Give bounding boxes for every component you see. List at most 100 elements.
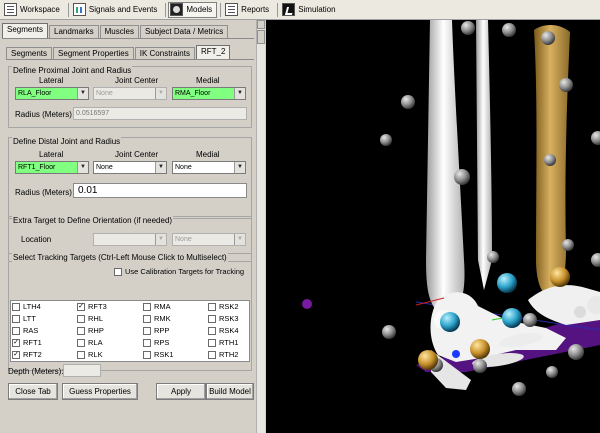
tracking-targets-title: Select Tracking Targets (Ctrl-Left Mouse… xyxy=(12,253,228,262)
toolbar-reports-button[interactable]: Reports xyxy=(223,2,274,18)
toolbar-signals-button[interactable]: Signals and Events xyxy=(71,2,163,18)
tracking-target-checkbox[interactable]: RHP xyxy=(77,326,104,335)
distal-medial-label: Medial xyxy=(196,150,220,159)
tracking-target-checkbox[interactable]: RPS xyxy=(143,338,169,347)
chevron-down-icon: ▼ xyxy=(77,162,88,173)
unchecked-icon xyxy=(77,350,85,359)
tracking-target-checkbox[interactable]: ✓ RFT2 xyxy=(12,350,42,359)
distal-medial-select[interactable]: None ▼ xyxy=(172,161,246,174)
tracking-target-checkbox[interactable]: RTH2 xyxy=(208,350,238,359)
tracking-target-checkbox[interactable]: RPP xyxy=(143,326,169,335)
tracking-target-checkbox[interactable]: RLK xyxy=(77,350,103,359)
tracking-target-checkbox[interactable]: RTH1 xyxy=(208,338,238,347)
tracking-target-checkbox[interactable]: RAS xyxy=(12,326,38,335)
skeleton-render xyxy=(302,20,600,396)
main-tab-strip: Segments Landmarks Muscles Subject Data … xyxy=(2,23,229,38)
distal-center-select[interactable]: None ▼ xyxy=(93,161,167,174)
unchecked-icon xyxy=(143,350,151,359)
proximal-radius-label: Radius (Meters) xyxy=(15,110,72,119)
tab-segments[interactable]: Segments xyxy=(2,23,49,38)
toolbar-workspace-button[interactable]: Workspace xyxy=(2,2,65,18)
unchecked-icon xyxy=(143,338,151,347)
reports-icon xyxy=(225,3,239,16)
scroll-thumb[interactable] xyxy=(257,30,265,44)
unchecked-icon xyxy=(208,326,216,335)
guess-properties-button[interactable]: Guess Properties xyxy=(62,383,138,400)
location-axis-select: None ▼ xyxy=(172,233,246,246)
tracking-target-checkbox[interactable]: ✓ RFT3 xyxy=(77,302,107,311)
chevron-down-icon: ▼ xyxy=(234,88,245,99)
apply-button[interactable]: Apply xyxy=(156,383,206,400)
unchecked-icon xyxy=(77,326,85,335)
close-tab-button[interactable]: Close Tab xyxy=(8,383,58,400)
sub-tab-strip: Segments Segment Properties IK Constrain… xyxy=(6,45,231,60)
tracking-target-checkbox[interactable]: LTT xyxy=(12,314,36,323)
scroll-up-icon[interactable] xyxy=(257,20,265,29)
checked-icon: ✓ xyxy=(77,302,85,311)
unchecked-icon xyxy=(143,302,151,311)
tracking-target-checkbox[interactable]: RSK1 xyxy=(143,350,174,359)
distal-group-title: Define Distal Joint and Radius xyxy=(12,137,122,146)
tracking-target-checkbox[interactable]: RHL xyxy=(77,314,103,323)
build-model-button[interactable]: Build Model xyxy=(206,383,254,400)
checked-icon: ✓ xyxy=(12,338,20,347)
depth-label: Depth (Meters): xyxy=(8,367,64,376)
unchecked-icon xyxy=(208,302,216,311)
unchecked-icon xyxy=(77,338,85,347)
chevron-down-icon: ▼ xyxy=(77,88,88,99)
proximal-lateral-label: Lateral xyxy=(39,76,64,85)
proximal-radius-field: 0.0516597 xyxy=(73,107,247,120)
tracking-target-checkbox[interactable]: RSK4 xyxy=(208,326,239,335)
unchecked-icon xyxy=(208,314,216,323)
checked-icon: ✓ xyxy=(12,350,20,359)
tracking-target-checkbox[interactable]: RMA xyxy=(143,302,171,311)
proximal-center-select: None ▼ xyxy=(93,87,167,100)
unchecked-icon xyxy=(77,314,85,323)
tab-muscles[interactable]: Muscles xyxy=(99,25,139,38)
toolbar-models-button[interactable]: Models xyxy=(168,1,218,18)
depth-field xyxy=(63,364,101,377)
distal-joint-group: Define Distal Joint and Radius Lateral J… xyxy=(8,137,252,219)
unchecked-icon xyxy=(12,326,20,335)
toolbar-separator xyxy=(277,2,279,17)
chevron-down-icon: ▼ xyxy=(155,234,166,245)
tracking-target-checkbox[interactable]: RSK3 xyxy=(208,314,239,323)
proximal-lateral-select[interactable]: RLA_Floor ▼ xyxy=(15,87,89,100)
tracking-target-checkbox[interactable]: LTH4 xyxy=(12,302,41,311)
panel-scrollbar[interactable] xyxy=(256,20,265,433)
unchecked-icon xyxy=(143,314,151,323)
unchecked-icon xyxy=(208,350,216,359)
tab-subject-data[interactable]: Subject Data / Metrics xyxy=(139,25,229,38)
chevron-down-icon: ▼ xyxy=(155,162,166,173)
simulation-icon xyxy=(282,3,296,16)
subtab-rft2[interactable]: RFT_2 xyxy=(195,45,231,60)
location-select: ▼ xyxy=(93,233,167,246)
use-calibration-checkbox[interactable]: Use Calibration Targets for Tracking xyxy=(114,267,244,276)
tab-divider xyxy=(2,38,254,39)
location-label: Location xyxy=(21,235,52,244)
proximal-group-title: Define Proximal Joint and Radius xyxy=(12,66,133,75)
distal-center-label: Joint Center xyxy=(115,150,159,159)
toolbar-separator xyxy=(165,2,167,17)
proximal-medial-select[interactable]: RMA_Floor ▼ xyxy=(172,87,246,100)
tab-landmarks[interactable]: Landmarks xyxy=(49,25,99,38)
toolbar-separator xyxy=(220,2,222,17)
proximal-center-label: Joint Center xyxy=(115,76,159,85)
distal-radius-input[interactable]: 0.01 xyxy=(73,183,247,198)
main-toolbar: Workspace Signals and Events Models Repo… xyxy=(0,0,600,20)
chevron-down-icon: ▼ xyxy=(234,162,245,173)
toolbar-simulation-button[interactable]: Simulation xyxy=(280,2,340,18)
tracking-target-checkbox[interactable]: RSK2 xyxy=(208,302,239,311)
proximal-medial-label: Medial xyxy=(196,76,220,85)
models-icon xyxy=(170,3,184,16)
chevron-down-icon: ▼ xyxy=(155,88,166,99)
tracking-target-checkbox[interactable]: ✓ RFT1 xyxy=(12,338,42,347)
distal-lateral-select[interactable]: RFT1_Floor ▼ xyxy=(15,161,89,174)
tracking-target-checkbox[interactable]: RLA xyxy=(77,338,103,347)
tracking-target-checkbox[interactable]: RMK xyxy=(143,314,171,323)
subtab-divider xyxy=(6,59,254,60)
chevron-down-icon: ▼ xyxy=(234,234,245,245)
extra-target-title: Extra Target to Define Orientation (if n… xyxy=(12,216,174,225)
workspace-icon xyxy=(4,3,17,16)
model-3d-viewport[interactable] xyxy=(266,20,600,433)
